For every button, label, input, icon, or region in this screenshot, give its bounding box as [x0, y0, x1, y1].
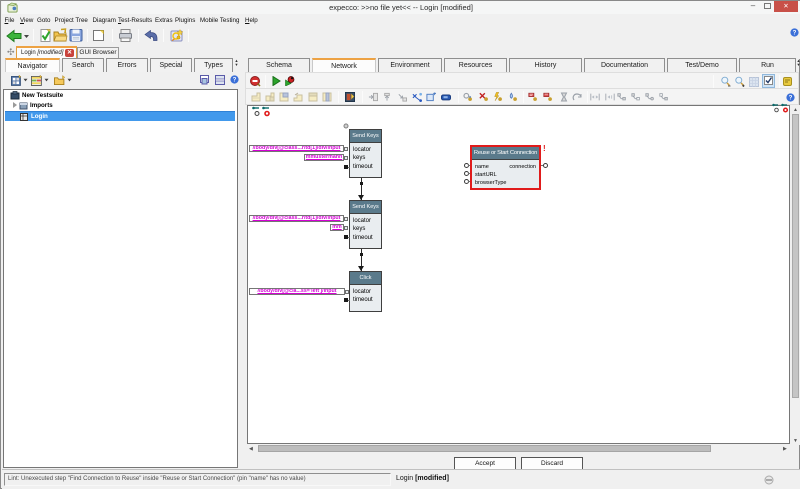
svg-text:?: ?: [789, 95, 793, 102]
svg-text:?: ?: [793, 30, 797, 37]
svg-text:?: ?: [233, 77, 237, 84]
